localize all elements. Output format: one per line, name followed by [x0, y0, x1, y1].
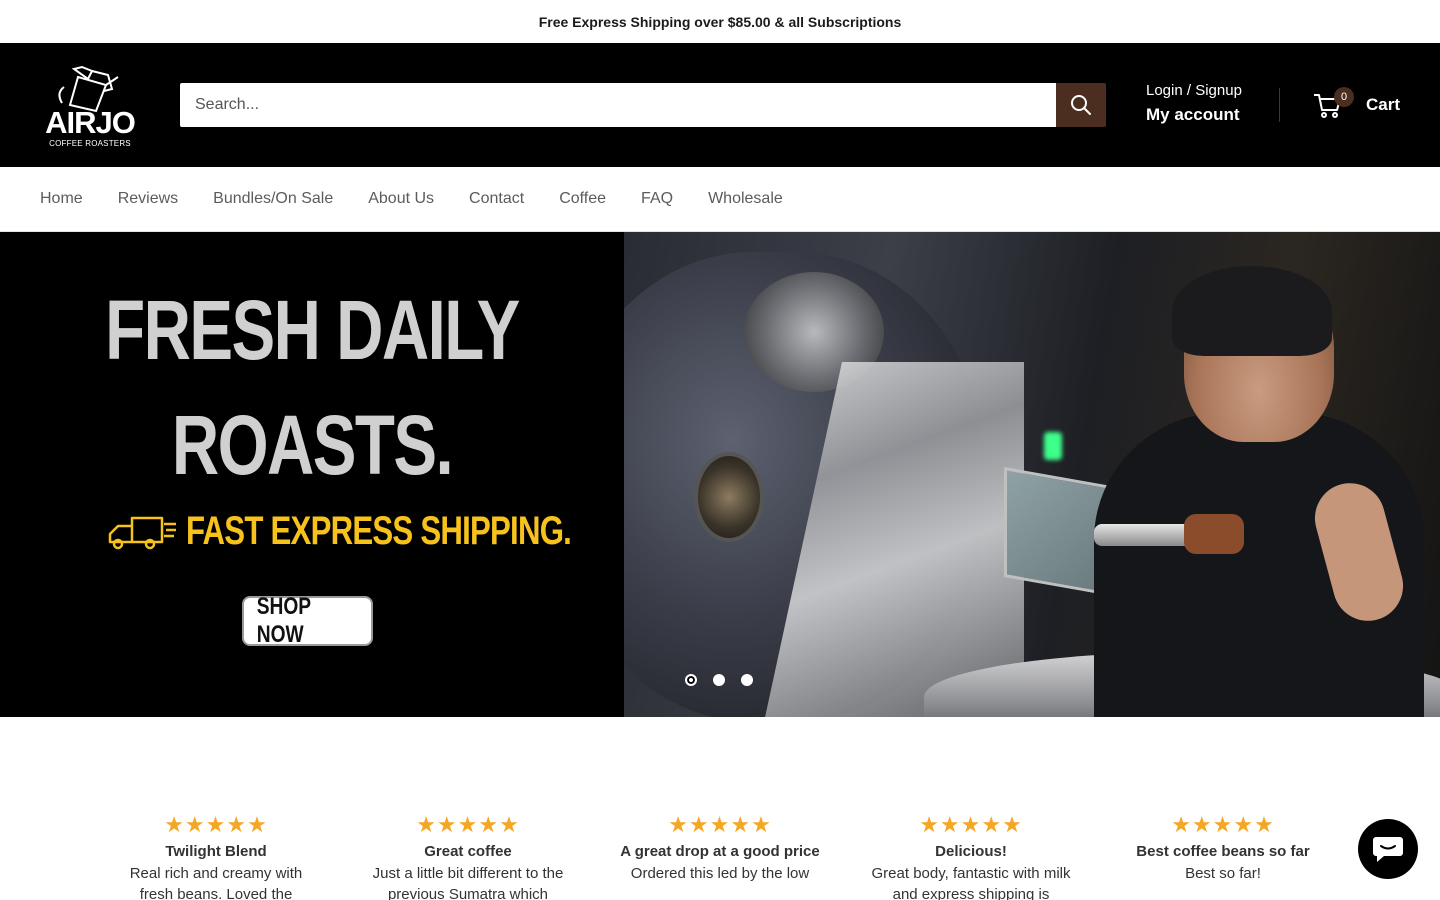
star-rating: ★★★★★ — [1171, 812, 1275, 837]
reviews-section: ★★★★★ Twilight Blend Real rich and cream… — [0, 717, 1440, 900]
roaster-person-cap-shape — [1172, 266, 1332, 356]
delivery-truck-icon — [108, 516, 176, 550]
search-button[interactable] — [1056, 83, 1106, 127]
hero-slideshow[interactable]: FRESH DAILY ROASTS. FAST EXPRESS SHIPPIN… — [0, 232, 1440, 717]
cart-link[interactable]: 0 Cart — [1312, 87, 1400, 123]
review-text: Just a little bit different to the previ… — [372, 865, 564, 900]
roaster-window-shape — [694, 452, 764, 542]
site-header: AIRJO COFFEE ROASTERS Login / Signup My … — [0, 43, 1440, 167]
search-icon — [1071, 95, 1091, 115]
review-title: Delicious! — [935, 843, 1007, 860]
review-card: ★★★★★ Great coffee Just a little bit dif… — [363, 813, 573, 900]
slide-dot-3[interactable] — [741, 674, 753, 686]
review-title: Twilight Blend — [165, 843, 267, 860]
nav-coffee[interactable]: Coffee — [559, 190, 606, 208]
cart-label: Cart — [1366, 95, 1401, 114]
scoop-handle-shape — [1184, 514, 1244, 554]
airjo-logo[interactable]: AIRJO COFFEE ROASTERS — [40, 63, 140, 149]
hero-shipping-text: FAST EXPRESS SHIPPING. — [186, 509, 572, 553]
hero-text-panel: FRESH DAILY ROASTS. FAST EXPRESS SHIPPIN… — [0, 232, 624, 717]
chat-icon — [1373, 837, 1403, 862]
review-text: Great body, fantastic with milk and expr… — [871, 865, 1071, 900]
announcement-bar: Free Express Shipping over $85.00 & all … — [0, 0, 1440, 43]
slide-dot-1[interactable] — [685, 674, 697, 686]
review-card: ★★★★★ Twilight Blend Real rich and cream… — [111, 813, 321, 900]
nav-wholesale[interactable]: Wholesale — [708, 190, 783, 208]
hero-photo-roaster — [624, 232, 1440, 717]
review-title: Great coffee — [424, 843, 512, 860]
review-text: Best so far! — [1185, 865, 1261, 882]
nav-faq[interactable]: FAQ — [641, 190, 673, 208]
announcement-text: Free Express Shipping over $85.00 & all … — [538, 13, 902, 30]
review-title: A great drop at a good price — [620, 843, 820, 860]
shop-now-button[interactable]: SHOP NOW — [242, 593, 373, 648]
search-bar — [180, 83, 1106, 127]
star-rating: ★★★★★ — [164, 812, 268, 837]
shop-now-label: SHOP NOW — [256, 593, 311, 648]
cart-icon-wrap: 0 — [1312, 87, 1354, 120]
nav-reviews[interactable]: Reviews — [118, 190, 178, 208]
nav-contact[interactable]: Contact — [469, 190, 524, 208]
chat-button[interactable] — [1358, 819, 1418, 879]
cart-count-badge: 0 — [1334, 87, 1354, 107]
main-nav: Home Reviews Bundles/On Sale About Us Co… — [0, 167, 1440, 232]
search-input[interactable] — [180, 83, 1056, 127]
review-text: Ordered this led by the low — [630, 865, 810, 882]
star-rating: ★★★★★ — [668, 812, 772, 837]
nav-bundles-on-sale[interactable]: Bundles/On Sale — [213, 190, 333, 208]
slideshow-dots — [685, 674, 753, 686]
nav-home[interactable]: Home — [40, 190, 83, 208]
review-card: ★★★★★ Best coffee beans so far Best so f… — [1118, 813, 1328, 884]
header-divider — [1279, 88, 1280, 122]
star-rating: ★★★★★ — [919, 812, 1023, 837]
review-text: Real rich and creamy with fresh beans. L… — [129, 865, 303, 900]
indicator-light-shape — [1044, 432, 1062, 460]
hero-heading-line-2: ROASTS. — [171, 398, 454, 492]
logo-wordmark: AIRJO — [45, 105, 136, 140]
nav-about-us[interactable]: About Us — [368, 190, 434, 208]
review-title: Best coffee beans so far — [1136, 843, 1310, 860]
logo-subtitle: COFFEE ROASTERS — [49, 139, 131, 148]
slide-dot-2[interactable] — [713, 674, 725, 686]
login-signup-link[interactable]: Login / Signup — [1146, 79, 1266, 103]
review-card: ★★★★★ A great drop at a good price Order… — [615, 813, 825, 884]
account-links: Login / Signup My account — [1146, 79, 1266, 127]
star-rating: ★★★★★ — [416, 812, 520, 837]
hero-heading-line-1: FRESH DAILY — [105, 283, 520, 377]
review-card: ★★★★★ Delicious! Great body, fantastic w… — [866, 813, 1076, 900]
my-account-link[interactable]: My account — [1146, 103, 1266, 127]
